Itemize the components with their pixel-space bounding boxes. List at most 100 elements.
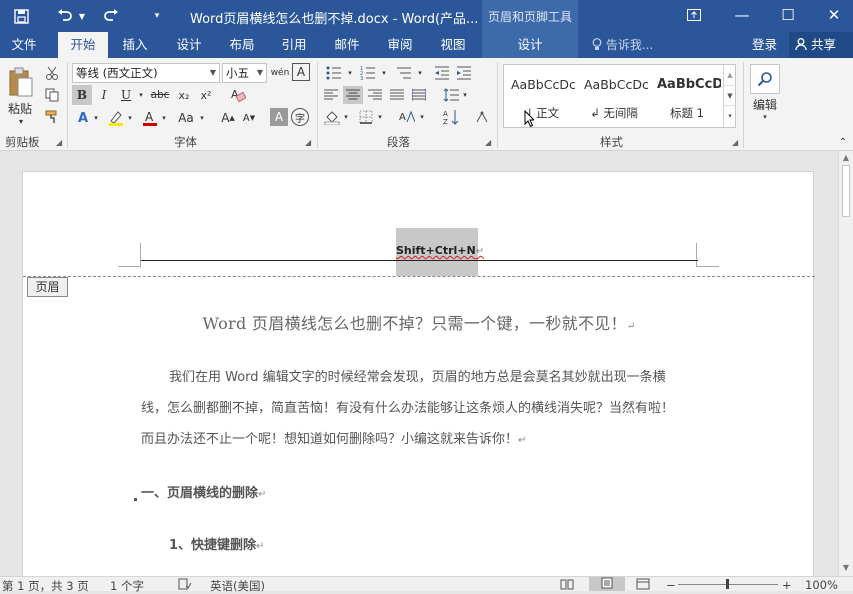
tab-home[interactable]: 开始 bbox=[58, 32, 108, 58]
document-page[interactable]: Shift+Ctrl+N↵ 页眉 Word 页眉横线怎么也删不掉？只需一个键，一… bbox=[22, 171, 815, 576]
section-heading[interactable]: 一、页眉横线的删除↵ bbox=[141, 482, 266, 501]
paragraph-launcher-icon[interactable]: ◢ bbox=[485, 138, 491, 147]
sort-icon[interactable]: AZ bbox=[441, 108, 461, 126]
collapse-ribbon-icon[interactable]: ⌃ bbox=[836, 136, 850, 148]
subscript-button[interactable]: x₂ bbox=[174, 85, 194, 105]
chinese-layout-dropdown-icon[interactable]: ▾ bbox=[418, 108, 426, 126]
login-link[interactable]: 登录 bbox=[752, 32, 777, 58]
cut-icon[interactable] bbox=[42, 64, 62, 82]
zoom-out-icon[interactable]: − bbox=[666, 578, 676, 592]
font-name-select[interactable]: 等线 (西文正文) ▼ bbox=[72, 63, 220, 83]
tab-file[interactable]: 文件 bbox=[0, 32, 48, 58]
paste-icon[interactable] bbox=[6, 66, 36, 100]
grow-font-button[interactable]: A ▲ bbox=[219, 108, 237, 128]
char-border-icon[interactable]: A bbox=[292, 63, 310, 81]
body-paragraph[interactable]: 我们在用 Word 编辑文字的时候经常会发现，页眉的地方总是会莫名其妙就出现一条… bbox=[141, 362, 701, 456]
paste-dropdown-icon[interactable]: ▾ bbox=[16, 116, 26, 126]
style-heading-1[interactable]: AaBbCcD 标题 1 bbox=[651, 65, 723, 127]
strikethrough-button[interactable]: abc bbox=[148, 85, 172, 105]
tell-me-box[interactable]: 告诉我... bbox=[592, 32, 653, 58]
numbering-icon[interactable]: 123 bbox=[356, 64, 380, 82]
font-color-dropdown-icon[interactable]: ▾ bbox=[160, 108, 168, 128]
clipboard-launcher-icon[interactable]: ◢ bbox=[56, 138, 62, 147]
editing-dropdown-icon[interactable]: ▾ bbox=[760, 112, 770, 122]
gallery-up-icon[interactable]: ▲ bbox=[724, 65, 736, 85]
superscript-button[interactable]: x² bbox=[196, 85, 216, 105]
increase-indent-icon[interactable] bbox=[454, 64, 474, 82]
bold-button[interactable]: B bbox=[72, 85, 92, 105]
zoom-in-icon[interactable]: + bbox=[782, 578, 792, 592]
undo-icon[interactable] bbox=[54, 4, 76, 28]
style-normal[interactable]: AaBbCcDc ↲ 正文 bbox=[505, 65, 577, 127]
print-layout-icon[interactable] bbox=[589, 577, 625, 591]
italic-button[interactable]: I bbox=[94, 85, 114, 105]
change-case-button[interactable]: Aa bbox=[174, 108, 198, 128]
styles-launcher-icon[interactable]: ◢ bbox=[732, 138, 738, 147]
format-painter-icon[interactable] bbox=[42, 108, 62, 126]
line-spacing-icon[interactable] bbox=[441, 86, 461, 104]
word-count[interactable]: 1 个字 bbox=[110, 578, 144, 594]
language-indicator[interactable]: 英语(美国) bbox=[210, 578, 265, 594]
tab-references[interactable]: 引用 bbox=[271, 32, 317, 58]
highlight-dropdown-icon[interactable]: ▾ bbox=[126, 108, 134, 128]
scroll-thumb[interactable] bbox=[842, 165, 850, 217]
close-button[interactable]: ✕ bbox=[811, 0, 853, 30]
change-case-dropdown-icon[interactable]: ▾ bbox=[198, 108, 206, 128]
show-marks-icon[interactable] bbox=[472, 108, 492, 126]
font-launcher-icon[interactable]: ◢ bbox=[305, 138, 311, 147]
vertical-scrollbar[interactable]: ▲ ▼ bbox=[838, 151, 853, 576]
tab-review[interactable]: 审阅 bbox=[377, 32, 423, 58]
redo-icon[interactable] bbox=[100, 4, 122, 28]
document-title-line[interactable]: Word 页眉横线怎么也删不掉？只需一个键，一秒就不见！↵ bbox=[23, 310, 815, 334]
shading-dropdown-icon[interactable]: ▾ bbox=[342, 108, 350, 126]
gallery-down-icon[interactable]: ▼ bbox=[724, 85, 736, 105]
gallery-more-icon[interactable]: ▾ bbox=[724, 105, 736, 125]
decrease-indent-icon[interactable] bbox=[432, 64, 452, 82]
align-right-icon[interactable] bbox=[365, 86, 385, 104]
align-center-icon[interactable] bbox=[343, 86, 363, 104]
justify-icon[interactable] bbox=[387, 86, 407, 104]
maximize-button[interactable]: ☐ bbox=[765, 0, 811, 30]
ribbon-display-icon[interactable] bbox=[671, 0, 717, 30]
underline-button[interactable]: U bbox=[116, 85, 136, 105]
tab-view[interactable]: 视图 bbox=[430, 32, 476, 58]
multilevel-list-icon[interactable] bbox=[392, 64, 416, 82]
clear-formatting-icon[interactable]: A bbox=[228, 85, 248, 105]
page-count[interactable]: 第 1 页，共 3 页 bbox=[2, 578, 89, 594]
scroll-up-icon[interactable]: ▲ bbox=[841, 153, 851, 162]
borders-icon[interactable] bbox=[356, 108, 376, 126]
chinese-layout-icon[interactable]: A bbox=[396, 108, 418, 126]
enclose-char-icon[interactable]: 字 bbox=[291, 108, 309, 126]
phonetic-guide-icon[interactable]: wén bbox=[270, 63, 290, 83]
tab-layout[interactable]: 布局 bbox=[219, 32, 265, 58]
char-shading-icon[interactable]: A bbox=[270, 108, 288, 126]
text-effects-icon[interactable]: A bbox=[74, 108, 92, 128]
tab-mailings[interactable]: 邮件 bbox=[324, 32, 370, 58]
header-text[interactable]: Shift+Ctrl+N↵ bbox=[396, 244, 484, 257]
search-icon[interactable] bbox=[750, 64, 780, 94]
share-button[interactable]: 共享 bbox=[789, 32, 853, 58]
line-spacing-dropdown-icon[interactable]: ▾ bbox=[461, 86, 469, 104]
style-no-spacing[interactable]: AaBbCcDc ↲ 无间隔 bbox=[578, 65, 650, 127]
font-size-select[interactable]: 小五 ▼ bbox=[222, 63, 267, 83]
highlight-icon[interactable] bbox=[106, 108, 126, 128]
zoom-slider-thumb[interactable] bbox=[726, 579, 729, 589]
borders-dropdown-icon[interactable]: ▾ bbox=[376, 108, 384, 126]
numbering-dropdown-icon[interactable]: ▾ bbox=[380, 64, 388, 82]
distributed-icon[interactable] bbox=[409, 86, 429, 104]
paste-label[interactable]: 粘贴 bbox=[4, 100, 36, 116]
underline-dropdown-icon[interactable]: ▾ bbox=[136, 85, 146, 105]
scroll-down-icon[interactable]: ▼ bbox=[841, 563, 851, 572]
minimize-button[interactable]: — bbox=[719, 0, 765, 30]
text-effects-dropdown-icon[interactable]: ▾ bbox=[92, 108, 100, 128]
zoom-level[interactable]: 100% bbox=[805, 578, 838, 592]
tab-insert[interactable]: 插入 bbox=[112, 32, 158, 58]
save-icon[interactable] bbox=[10, 4, 32, 28]
tab-header-footer-design[interactable]: 设计 bbox=[482, 32, 578, 58]
copy-icon[interactable] bbox=[42, 86, 62, 104]
editing-label[interactable]: 编辑 bbox=[748, 96, 782, 112]
bullets-dropdown-icon[interactable]: ▾ bbox=[346, 64, 354, 82]
undo-dropdown-icon[interactable]: ▼ bbox=[77, 4, 87, 28]
shading-icon[interactable] bbox=[322, 108, 342, 126]
shrink-font-button[interactable]: A ▼ bbox=[240, 108, 258, 128]
